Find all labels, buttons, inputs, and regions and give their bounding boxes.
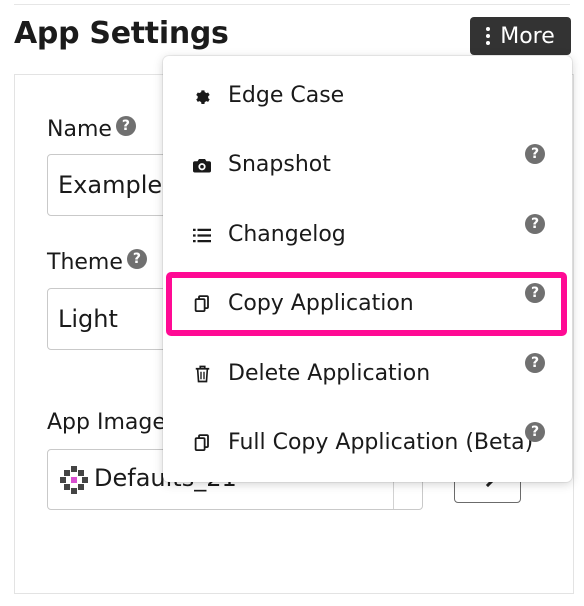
menu-item-label: Snapshot bbox=[228, 152, 331, 177]
more-dropdown-menu: Edge Case Snapshot ? Changelog ? Copy Ap… bbox=[163, 56, 572, 482]
more-button[interactable]: More bbox=[470, 17, 571, 55]
help-icon[interactable]: ? bbox=[115, 116, 136, 136]
menu-item-full-copy-application[interactable]: Full Copy Application (Beta) ? bbox=[169, 414, 564, 472]
menu-item-copy-application[interactable]: Copy Application ? bbox=[166, 272, 567, 336]
menu-item-label: Changelog bbox=[228, 222, 346, 247]
help-icon[interactable]: ? bbox=[525, 353, 545, 373]
menu-item-label: Full Copy Application (Beta) bbox=[228, 430, 534, 455]
camera-icon bbox=[193, 156, 211, 174]
help-icon[interactable]: ? bbox=[126, 249, 147, 269]
menu-item-label: Edge Case bbox=[228, 83, 345, 108]
vertical-dots-icon bbox=[486, 27, 491, 45]
theme-label: Theme? bbox=[47, 249, 147, 275]
page-title: App Settings bbox=[14, 16, 229, 51]
gear-icon bbox=[193, 87, 211, 105]
help-icon[interactable]: ? bbox=[525, 214, 545, 234]
list-icon bbox=[193, 226, 211, 244]
help-icon[interactable]: ? bbox=[525, 283, 545, 303]
more-button-label: More bbox=[500, 23, 555, 49]
menu-item-label: Delete Application bbox=[228, 361, 431, 386]
app-image-label: App Image bbox=[47, 410, 166, 435]
app-image-thumbnail bbox=[60, 466, 88, 494]
menu-item-changelog[interactable]: Changelog ? bbox=[169, 206, 564, 264]
help-icon[interactable]: ? bbox=[525, 422, 545, 442]
top-divider bbox=[14, 4, 570, 5]
trash-icon bbox=[193, 365, 211, 383]
menu-item-snapshot[interactable]: Snapshot ? bbox=[169, 136, 564, 194]
menu-item-edge-case[interactable]: Edge Case bbox=[169, 67, 564, 125]
copy-icon bbox=[193, 434, 211, 452]
menu-item-delete-application[interactable]: Delete Application ? bbox=[169, 345, 564, 403]
copy-icon bbox=[193, 295, 211, 313]
name-label: Name? bbox=[47, 116, 136, 142]
help-icon[interactable]: ? bbox=[525, 144, 545, 164]
menu-item-label: Copy Application bbox=[228, 291, 414, 316]
